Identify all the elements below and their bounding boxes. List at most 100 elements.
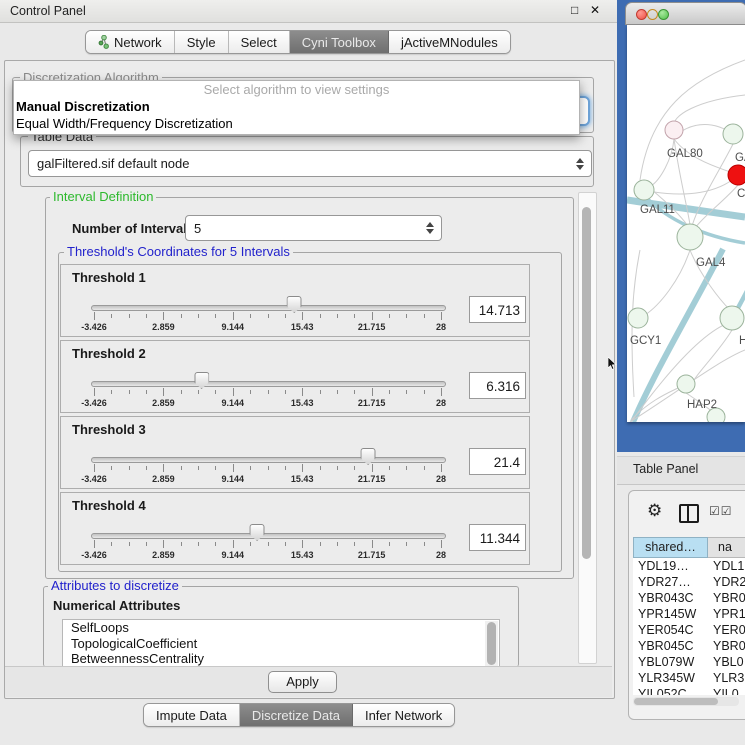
- column-layout-icon[interactable]: [679, 504, 699, 523]
- slider-ticks: [94, 312, 441, 321]
- threshold-row: Threshold 3 -3.4262.8599.14415.4321.7152…: [60, 416, 530, 489]
- slider-track[interactable]: [91, 457, 446, 463]
- network-node[interactable]: [634, 180, 654, 200]
- minimize-traffic-light-icon[interactable]: [647, 9, 658, 20]
- network-node[interactable]: [665, 121, 683, 139]
- tab-cyni-toolbox[interactable]: Cyni Toolbox: [290, 31, 389, 53]
- tab-discretize-data-label: Discretize Data: [252, 708, 340, 723]
- network-window-titlebar[interactable]: [625, 2, 745, 25]
- threshold-label: Threshold 1: [72, 270, 146, 285]
- number-of-intervals-label: Number of Intervals: [72, 221, 194, 236]
- tab-jactivemnodules-label: jActiveMNodules: [401, 35, 498, 50]
- scrollbar-thumb[interactable]: [634, 698, 718, 705]
- select-columns-icon[interactable]: ☑☑: [709, 504, 733, 518]
- attribute-list-item[interactable]: SelfLoops: [63, 620, 499, 636]
- network-node-label: GA: [735, 152, 745, 164]
- network-node[interactable]: [677, 375, 695, 393]
- threshold-coords-label: Threshold's Coordinates for 5 Intervals: [64, 245, 293, 259]
- tab-style[interactable]: Style: [175, 31, 229, 53]
- table-row[interactable]: YDR27…YDR2: [633, 574, 745, 590]
- table-row[interactable]: YBR043CYBR0: [633, 590, 745, 606]
- network-icon: [98, 35, 110, 49]
- attribute-list-item[interactable]: BetweennessCentrality: [63, 651, 499, 667]
- network-view[interactable]: GAL80GACGAL11GAL4GCY1HHAP2: [627, 25, 745, 422]
- threshold-row: Threshold 2 -3.4262.8599.14415.4321.7152…: [60, 340, 530, 413]
- network-edge: [674, 95, 745, 128]
- network-node-label: HAP2: [687, 399, 717, 411]
- table-row[interactable]: YLR345WYLR3: [633, 670, 745, 686]
- control-panel-titlebar: Control Panel □ ✕: [0, 0, 617, 23]
- dropdown-prompt[interactable]: Select algorithm to view settings: [14, 81, 579, 98]
- panel-vertical-scrollbar[interactable]: [578, 192, 597, 664]
- table-row[interactable]: YIL052CYIL0: [633, 686, 745, 695]
- network-node[interactable]: [723, 124, 743, 144]
- network-node[interactable]: [720, 306, 744, 330]
- gear-icon[interactable]: ⚙: [647, 501, 662, 521]
- tab-select-label: Select: [241, 35, 277, 50]
- top-tab-bar: Network Style Select Cyni Toolbox jActiv…: [85, 30, 511, 54]
- combo-stepper-icon: [426, 216, 434, 240]
- tab-impute-data[interactable]: Impute Data: [144, 704, 240, 726]
- threshold-label: Threshold 4: [72, 498, 146, 513]
- table-row[interactable]: YBL079WYBL0: [633, 654, 745, 670]
- attributes-list-scrollbar[interactable]: [485, 621, 498, 666]
- table-row[interactable]: YDL19…YDL1: [633, 558, 745, 574]
- table-row[interactable]: YBR045CYBR0: [633, 638, 745, 654]
- network-edge: [695, 185, 738, 228]
- slider-track[interactable]: [91, 533, 446, 539]
- float-icon[interactable]: □: [571, 3, 578, 17]
- threshold-value-field[interactable]: 14.713: [469, 296, 526, 323]
- network-edge: [640, 60, 745, 180]
- network-node-label: GCY1: [630, 335, 661, 347]
- tab-infer-network[interactable]: Infer Network: [353, 704, 454, 726]
- slider-ticks: [94, 464, 441, 473]
- network-node[interactable]: [728, 165, 745, 185]
- tab-jactivemnodules[interactable]: jActiveMNodules: [389, 31, 510, 53]
- table-data-combobox[interactable]: galFiltered.sif default node: [28, 150, 592, 177]
- numerical-attributes-list: SelfLoopsTopologicalCoefficientBetweenne…: [62, 619, 500, 668]
- slider-ticks: [94, 540, 441, 549]
- network-node[interactable]: [628, 308, 648, 328]
- slider-tick-labels: -3.4262.8599.14415.4321.71528: [94, 322, 441, 333]
- tab-select[interactable]: Select: [229, 31, 290, 53]
- slider-tick-labels: -3.4262.8599.14415.4321.71528: [94, 474, 441, 485]
- slider-track[interactable]: [91, 305, 446, 311]
- number-of-intervals-combobox[interactable]: 5: [185, 215, 442, 241]
- tab-network-label: Network: [114, 35, 162, 50]
- close-icon[interactable]: ✕: [590, 3, 600, 17]
- tab-style-label: Style: [187, 35, 216, 50]
- apply-button[interactable]: Apply: [268, 671, 337, 693]
- tab-cyni-toolbox-label: Cyni Toolbox: [302, 35, 376, 50]
- threshold-value-field[interactable]: 11.344: [469, 524, 526, 551]
- tab-discretize-data[interactable]: Discretize Data: [240, 704, 353, 726]
- table-column-header-shared[interactable]: shared…: [633, 537, 708, 558]
- threshold-row: Threshold 1 -3.4262.8599.14415.4321.7152…: [60, 264, 530, 337]
- table-horizontal-scrollbar[interactable]: [633, 697, 739, 706]
- network-node[interactable]: [677, 224, 703, 250]
- table-data-value: galFiltered.sif default node: [37, 156, 189, 171]
- attributes-list-items: SelfLoopsTopologicalCoefficientBetweenne…: [63, 620, 499, 667]
- tab-network[interactable]: Network: [86, 31, 175, 53]
- network-edge: [651, 139, 674, 186]
- close-traffic-light-icon[interactable]: [636, 9, 647, 20]
- network-node-label: H: [739, 335, 745, 347]
- dropdown-option-equal-width[interactable]: Equal Width/Frequency Discretization: [14, 115, 579, 132]
- threshold-value-field[interactable]: 21.4: [469, 448, 526, 475]
- dropdown-option-manual[interactable]: Manual Discretization: [14, 98, 579, 115]
- maximize-traffic-light-icon[interactable]: [658, 9, 669, 20]
- network-graph: GAL80GACGAL11GAL4GCY1HHAP2: [627, 25, 745, 422]
- slider-track[interactable]: [91, 381, 446, 387]
- network-edge: [682, 124, 728, 131]
- table-row[interactable]: YPR145WYPR1: [633, 606, 745, 622]
- control-panel: Control Panel □ ✕ Network Style Select C…: [0, 0, 618, 745]
- scrollbar-thumb[interactable]: [582, 207, 591, 559]
- network-node-label: C: [737, 188, 745, 200]
- attribute-list-item[interactable]: TopologicalCoefficient: [63, 636, 499, 652]
- table-row[interactable]: YER054CYER0: [633, 622, 745, 638]
- table-column-header-name[interactable]: na: [708, 537, 745, 558]
- threshold-label: Threshold 2: [72, 346, 146, 361]
- network-node-label: GAL11: [640, 204, 675, 216]
- table-panel-title: Table Panel: [633, 462, 698, 476]
- threshold-value-field[interactable]: 6.316: [469, 372, 526, 399]
- network-node-label: GAL4: [696, 257, 726, 269]
